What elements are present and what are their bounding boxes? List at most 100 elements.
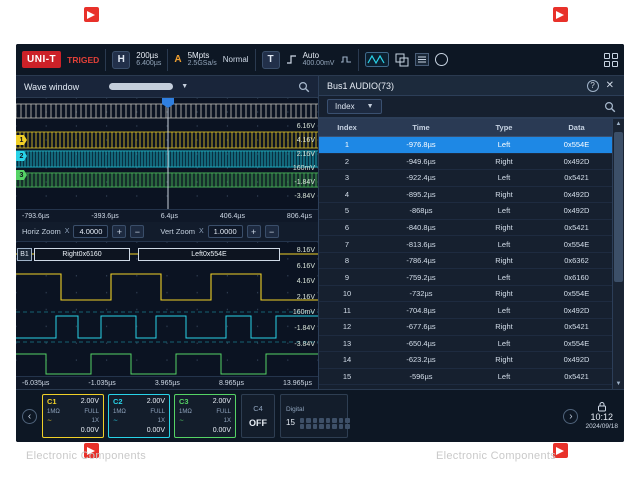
table-cell: 0x554E <box>541 289 612 298</box>
table-row[interactable]: 6-840.8µsRight0x5421 <box>319 220 612 237</box>
table-row[interactable]: 10-732µsRight0x554E <box>319 286 612 303</box>
table-row[interactable]: 9-759.2µsLeft0x6160 <box>319 269 612 286</box>
lock-icon <box>597 401 607 412</box>
scrollbar-thumb[interactable] <box>614 132 623 282</box>
table-cell: 0x6160 <box>541 273 612 282</box>
list-icon[interactable] <box>415 53 429 66</box>
scroll-down-icon[interactable]: ▼ <box>616 381 622 387</box>
window-layout-icon[interactable] <box>604 53 618 67</box>
channel-bandwidth: FULL <box>84 409 99 415</box>
xy-display-icon[interactable] <box>395 53 409 67</box>
channel-name: C1 <box>47 398 57 406</box>
tme-logo <box>553 7 568 22</box>
horiz-zoom-label: Horiz Zoom <box>22 227 61 236</box>
channel-box-c2[interactable]: C22.00V1MΩFULL∼1X0.00V <box>108 394 170 438</box>
search-icon[interactable] <box>604 101 616 113</box>
table-row[interactable]: 1-976.8µsLeft0x554E <box>319 137 612 154</box>
column-header[interactable]: Type <box>467 123 541 132</box>
divider <box>358 49 359 71</box>
channel-name: C4 <box>253 404 263 413</box>
table-row[interactable]: 13-650.4µsLeft0x554E <box>319 336 612 353</box>
memory-depth-value: 5Mpts <box>188 51 217 61</box>
horiz-zoom-value[interactable]: 4.0000 <box>73 225 108 238</box>
wave-scroll-slider[interactable] <box>109 83 173 90</box>
table-row[interactable]: 5-868µsLeft0x492D <box>319 203 612 220</box>
table-cell: -868µs <box>375 206 467 215</box>
wave-window-titlebar: Wave window ▼ <box>16 76 318 98</box>
wave-view-zoom[interactable]: B1 Right0x6160 Left0x554E 8.16V6.16V4.16… <box>16 242 318 377</box>
table-cell: -840.8µs <box>375 223 467 232</box>
table-row[interactable]: 14-623.2µsRight0x492D <box>319 352 612 369</box>
channel-box-c1[interactable]: C12.00V1MΩFULL∼1X0.00V <box>42 394 104 438</box>
trigger-menu-button[interactable]: T <box>262 51 280 69</box>
horiz-zoom-x: X <box>65 228 70 235</box>
table-cell: -786.4µs <box>375 256 467 265</box>
channel-box-c4[interactable]: C4 OFF <box>241 394 275 438</box>
circle-icon[interactable] <box>435 53 448 66</box>
bus-tag: B1 <box>17 248 32 261</box>
table-row[interactable]: 8-786.4µsRight0x6362 <box>319 253 612 270</box>
lower-time-labels: -6.035µs-1.035µs3.965µs8.965µs13.965µs <box>16 377 318 389</box>
chevron-right-icon[interactable]: › <box>563 409 578 424</box>
horiz-zoom-in-button[interactable]: + <box>112 225 126 238</box>
channel-coupling: 1MΩ <box>179 409 192 415</box>
table-row[interactable]: 7-813.6µsLeft0x554E <box>319 236 612 253</box>
table-row[interactable]: 15-596µsLeft0x5421 <box>319 369 612 386</box>
axis-label: 13.965µs <box>283 380 312 387</box>
wave-view-upper[interactable]: 123 6.16V4.16V2.16V160mV-1.84V-3.84V <box>16 98 318 210</box>
pulse-icon <box>340 54 352 65</box>
oscilloscope-screen: UNI-T TRIGED H 200µs 6.400µs A 5Mpts 2.5… <box>16 44 624 442</box>
chevron-left-icon[interactable]: ‹ <box>22 409 37 424</box>
channel-bandwidth: FULL <box>150 409 165 415</box>
channel-scale: 2.00V <box>147 398 165 405</box>
table-cell: 0x492D <box>541 306 612 315</box>
acquire-menu-button[interactable]: A <box>174 54 181 65</box>
chevron-down-icon[interactable]: ▼ <box>181 83 188 90</box>
horiz-zoom-out-button[interactable]: − <box>130 225 144 238</box>
table-row[interactable]: 11-704.8µsLeft0x492D <box>319 302 612 319</box>
digital-channels-box[interactable]: Digital 15 <box>280 394 348 438</box>
vert-zoom-in-button[interactable]: + <box>247 225 261 238</box>
watermark-text: Electronic Components <box>26 450 146 462</box>
vert-zoom-out-button[interactable]: − <box>265 225 279 238</box>
bottom-bar: ‹ C12.00V1MΩFULL∼1X0.00VC22.00V1MΩFULL∼1… <box>16 389 624 442</box>
table-row[interactable]: 4-895.2µsRight0x492D <box>319 187 612 204</box>
clock-area: 10:12 2024/09/18 <box>585 401 618 431</box>
table-cell: 11 <box>319 306 375 315</box>
waveform-canvas-upper <box>16 98 318 210</box>
help-button[interactable]: ? <box>587 80 599 92</box>
index-select[interactable]: Index ▼ <box>327 99 382 114</box>
wave-window-title: Wave window <box>24 82 79 92</box>
table-cell: -759.2µs <box>375 273 467 282</box>
close-button[interactable]: ✕ <box>604 80 616 91</box>
trigger-level-value: 400.00mV <box>303 60 335 68</box>
table-cell: 15 <box>319 372 375 381</box>
column-header[interactable]: Data <box>541 123 612 132</box>
table-cell: 0x554E <box>541 240 612 249</box>
waveform-preview-icon[interactable] <box>365 52 389 67</box>
acquire-settings[interactable]: 5Mpts 2.5GSa/s <box>188 51 217 69</box>
table-cell: 0x5421 <box>541 372 612 381</box>
table-row[interactable]: 2-949.6µsRight0x492D <box>319 154 612 171</box>
horizontal-menu-button[interactable]: H <box>112 51 130 69</box>
trigger-settings[interactable]: Auto 400.00mV <box>303 51 335 69</box>
table-row[interactable]: 3-922.4µsLeft0x5421 <box>319 170 612 187</box>
channel-offset: 0.00V <box>147 427 165 434</box>
search-icon[interactable] <box>298 81 310 93</box>
table-row[interactable]: 12-677.6µsRight0x5421 <box>319 319 612 336</box>
scroll-up-icon[interactable]: ▲ <box>616 121 622 127</box>
channel-box-c3[interactable]: C32.00V1MΩFULL∼1X0.00V <box>174 394 236 438</box>
decode-box-right: Right0x6160 <box>34 248 130 261</box>
channel-probe: 1X <box>224 418 231 424</box>
vert-zoom-value[interactable]: 1.0000 <box>208 225 243 238</box>
column-header[interactable]: Index <box>319 123 375 132</box>
table-cell: 1 <box>319 140 375 149</box>
wave-column: Wave window ▼ <box>16 76 318 389</box>
table-cell: -922.4µs <box>375 173 467 182</box>
axis-label: 406.4µs <box>220 213 245 220</box>
bus-decode-panel: Bus1 AUDIO(73) ? ✕ Index ▼ IndexTimeType… <box>318 76 624 389</box>
horizontal-settings[interactable]: 200µs 6.400µs <box>136 51 161 69</box>
index-select-value: Index <box>335 102 355 111</box>
column-header[interactable]: Time <box>375 123 467 132</box>
table-cell: Right <box>467 322 541 331</box>
